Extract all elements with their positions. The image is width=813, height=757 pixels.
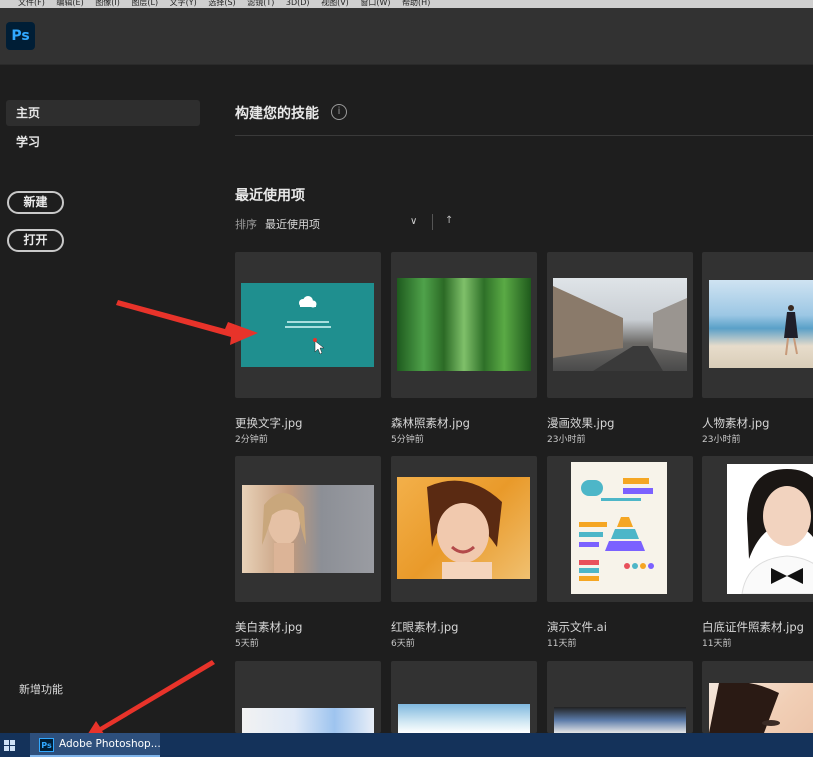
person-drawing [784,305,798,356]
file-time: 23小时前 [547,435,586,445]
file-time: 11天前 [702,639,732,649]
taskbar-app-label: Adobe Photoshop... [59,738,161,750]
file-thumbnail[interactable] [391,252,537,398]
laptop-image [554,707,686,733]
whats-new-link[interactable]: 新增功能 [19,681,63,697]
sort-divider [432,214,433,230]
file-name: 白底证件照素材.jpg [702,620,804,634]
file-thumbnail[interactable] [391,456,537,602]
file-thumbnail[interactable] [235,456,381,602]
forest-image [397,278,531,371]
file-name: 人物素材.jpg [702,416,770,430]
file-card-12[interactable] [702,661,813,733]
file-card-9[interactable] [235,661,381,733]
menu-3d[interactable]: 3D(D) [286,0,310,7]
sky-image [398,704,530,733]
file-thumbnail[interactable] [235,252,381,398]
file-name: 红眼素材.jpg [391,620,459,634]
sidebar: 主页 学习 新建 打开 新增功能 [0,65,212,733]
app-header: Ps [0,8,813,65]
file-name: 森林照素材.jpg [391,416,470,430]
menu-file[interactable]: 文件(F) [18,0,45,7]
face-drawing [262,492,306,573]
info-icon[interactable]: i [331,104,347,120]
file-time: 2分钟前 [235,435,268,445]
menu-edit[interactable]: 编辑(E) [56,0,83,7]
photoshop-logo-icon[interactable]: Ps [6,22,35,50]
home-main: 构建您的技能 i 最近使用项 排序 最近使用项 ∨ ↑ 更换文字.jpg 2分钟… [212,65,813,733]
teal-image [241,283,374,367]
id-photo-image [727,464,813,595]
chevron-down-icon[interactable]: ∨ [410,216,417,227]
face-drawing [709,681,780,733]
file-thumbnail[interactable] [391,661,537,733]
street-image [553,278,687,371]
menu-bar: 文件(F) 编辑(E) 图像(I) 图层(L) 文字(Y) 选择(S) 滤镜(T… [0,0,813,8]
menu-layer[interactable]: 图层(L) [131,0,158,7]
menu-image[interactable]: 图像(I) [95,0,120,7]
file-thumbnail[interactable] [702,456,813,602]
file-name: 美白素材.jpg [235,620,303,634]
id-photo-drawing [741,469,813,595]
taskbar: Ps Adobe Photoshop... [0,733,813,757]
infographic-image [571,462,667,594]
beach-image [709,280,813,368]
file-time: 5分钟前 [391,435,424,445]
file-time: 5天前 [235,639,259,649]
file-thumbnail[interactable] [702,252,813,398]
menu-help[interactable]: 帮助(H) [402,0,430,7]
file-name: 演示文件.ai [547,620,607,634]
menu-filter[interactable]: 滤镜(T) [247,0,274,7]
face-closeup-image [709,681,813,733]
file-time: 11天前 [547,639,577,649]
sort-direction-icon[interactable]: ↑ [445,215,453,226]
file-time: 23小时前 [702,435,741,445]
file-name: 漫画效果.jpg [547,416,615,430]
file-thumbnail[interactable] [547,661,693,733]
new-button[interactable]: 新建 [7,191,64,214]
smiling-woman-image [397,477,530,579]
file-time: 6天前 [391,639,415,649]
sort-select[interactable]: 最近使用项 [265,216,320,232]
file-card-11[interactable] [547,661,693,733]
taskbar-photoshop-button[interactable]: Ps Adobe Photoshop... [30,733,161,757]
file-card-10[interactable] [391,661,537,733]
file-thumbnail[interactable] [547,456,693,602]
file-thumbnail[interactable] [547,252,693,398]
menu-type[interactable]: 文字(Y) [170,0,197,7]
menu-select[interactable]: 选择(S) [208,0,235,7]
open-button[interactable]: 打开 [7,229,64,252]
portrait-image [242,485,374,573]
menu-window[interactable]: 窗口(W) [360,0,390,7]
sidebar-item-home[interactable]: 主页 [6,100,200,126]
file-name: 更换文字.jpg [235,416,303,430]
file-thumbnail[interactable] [702,661,813,733]
photoshop-icon: Ps [39,738,54,752]
face-drawing [427,480,502,579]
skills-heading: 构建您的技能 [235,106,319,122]
file-thumbnail[interactable] [235,661,381,733]
recent-heading: 最近使用项 [235,188,305,204]
section-divider [235,135,813,136]
street-drawing [553,286,687,371]
windows-start-icon[interactable] [4,740,16,752]
sidebar-item-learn[interactable]: 学习 [6,129,200,155]
menu-view[interactable]: 视图(V) [321,0,349,7]
cloud-icon [285,296,331,355]
sort-label: 排序 [235,218,257,231]
ui-image [242,708,374,733]
infographic-drawing [579,478,654,581]
